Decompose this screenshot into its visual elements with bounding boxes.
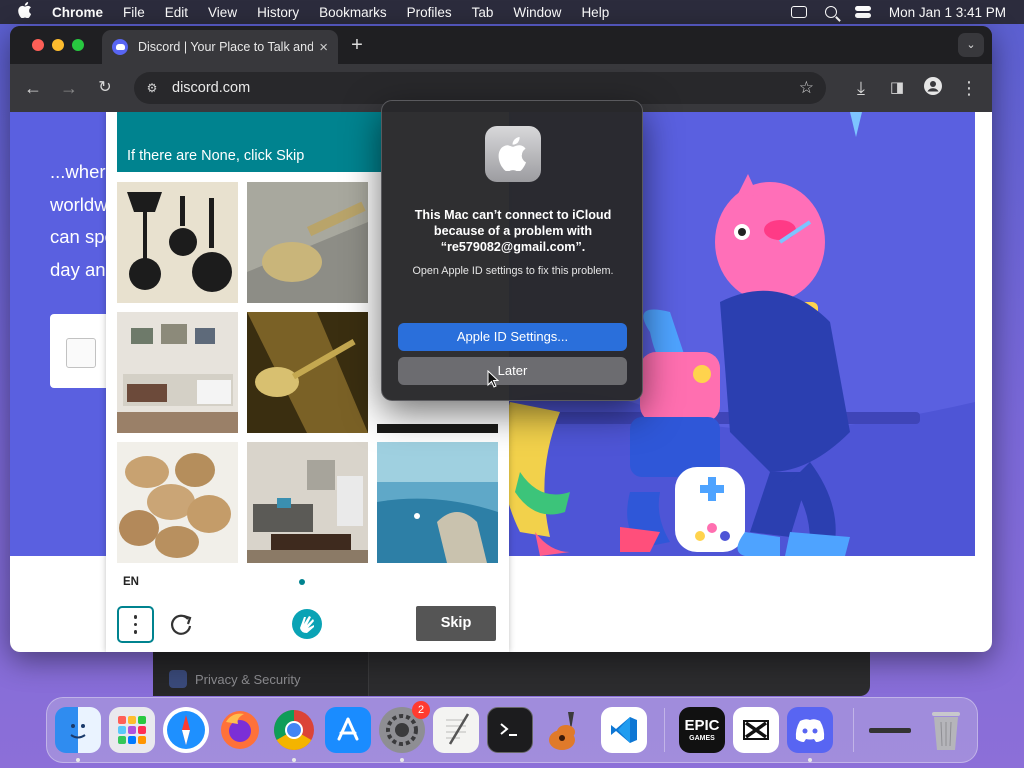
dock-system-settings-icon[interactable]: 2 bbox=[379, 701, 430, 753]
menu-history[interactable]: History bbox=[257, 5, 299, 20]
profile-avatar-icon[interactable] bbox=[922, 77, 944, 99]
menu-app-name[interactable]: Chrome bbox=[52, 5, 103, 20]
dock-capcut-icon[interactable] bbox=[733, 707, 779, 753]
tab-title: Discord | Your Place to Talk and Hang Ou… bbox=[138, 40, 314, 54]
dock-safari-icon[interactable] bbox=[163, 707, 209, 753]
dock-separator bbox=[853, 708, 854, 752]
download-icon[interactable]: ⤓ bbox=[850, 77, 872, 99]
dock-trash-icon[interactable] bbox=[923, 707, 969, 753]
screen-mirroring-icon[interactable] bbox=[790, 6, 807, 18]
language-selector[interactable]: EN bbox=[123, 576, 139, 588]
captcha-header: If there are None, click Skip bbox=[117, 112, 382, 172]
dock-running-indicator bbox=[76, 758, 80, 762]
tab-discord[interactable]: Discord | Your Place to Talk and Hang Ou… bbox=[102, 30, 338, 64]
menu-help[interactable]: Help bbox=[581, 5, 609, 20]
reload-icon[interactable]: ↻ bbox=[94, 77, 116, 99]
captcha-tile-dark[interactable] bbox=[377, 422, 498, 433]
discord-favicon-icon bbox=[112, 39, 128, 55]
captcha-tile-seaside[interactable] bbox=[377, 442, 498, 563]
dock-garageband-icon[interactable] bbox=[541, 707, 587, 753]
notification-badge: 2 bbox=[412, 701, 430, 719]
captcha-instruction: If there are None, click Skip bbox=[127, 148, 305, 164]
url-text: discord.com bbox=[172, 80, 251, 96]
menu-clock[interactable]: Mon Jan 1 3:41 PM bbox=[889, 5, 1006, 20]
menu-bookmarks[interactable]: Bookmarks bbox=[319, 5, 387, 20]
menu-profiles[interactable]: Profiles bbox=[407, 5, 452, 20]
dock-finder-icon[interactable] bbox=[55, 707, 101, 753]
dock-terminal-icon[interactable] bbox=[487, 707, 533, 753]
dock-epic-games-icon[interactable]: EPIC GAMES bbox=[679, 707, 725, 753]
spotlight-search-icon[interactable] bbox=[824, 6, 837, 18]
dock: 2 EPIC GAMES bbox=[46, 697, 978, 763]
dock-discord-icon[interactable] bbox=[787, 707, 833, 753]
tab-strip: Discord | Your Place to Talk and Hang Ou… bbox=[10, 26, 992, 64]
minimize-window-button[interactable] bbox=[52, 39, 64, 51]
skip-button[interactable]: Skip bbox=[416, 606, 496, 641]
captcha-tile-brass-spoon[interactable] bbox=[247, 312, 368, 433]
side-panel-icon[interactable]: ◨ bbox=[886, 77, 908, 99]
dock-chrome-icon[interactable] bbox=[271, 707, 317, 753]
control-center-icon[interactable] bbox=[854, 6, 871, 18]
captcha-tile-living-room-2[interactable] bbox=[247, 442, 368, 563]
captcha-tile-spoon[interactable] bbox=[247, 182, 368, 303]
mouse-pointer-icon bbox=[487, 370, 499, 388]
bookmark-star-icon[interactable]: ☆ bbox=[799, 78, 814, 98]
sidebar-item-label: Privacy & Security bbox=[195, 671, 301, 687]
menu-bar: Chrome File Edit View History Bookmarks … bbox=[0, 0, 1024, 24]
tab-search-chevron-icon[interactable]: ⌄ bbox=[958, 33, 984, 57]
hand-icon bbox=[169, 670, 187, 688]
apple-id-settings-button[interactable]: Apple ID Settings... bbox=[398, 323, 627, 351]
dock-launchpad-icon[interactable] bbox=[109, 707, 155, 753]
hcaptcha-logo-icon bbox=[291, 608, 323, 640]
back-arrow-icon[interactable]: ← bbox=[22, 77, 44, 99]
menu-view[interactable]: View bbox=[208, 5, 237, 20]
dock-firefox-icon[interactable] bbox=[217, 707, 263, 753]
sidebar-item-privacy-security[interactable]: Privacy & Security bbox=[169, 670, 300, 688]
dock-separator bbox=[664, 708, 665, 752]
close-window-button[interactable] bbox=[32, 39, 44, 51]
dialog-informative-text: Open Apple ID settings to fix this probl… bbox=[412, 265, 614, 277]
forward-arrow-icon[interactable]: → bbox=[58, 77, 80, 99]
captcha-tile-utensils[interactable] bbox=[117, 182, 238, 303]
dock-running-indicator bbox=[292, 758, 296, 762]
refresh-challenge-icon[interactable] bbox=[167, 610, 195, 638]
dialog-message: This Mac can’t connect to iCloud because… bbox=[414, 208, 612, 254]
new-tab-button[interactable]: + bbox=[346, 34, 368, 57]
captcha-checkbox[interactable] bbox=[66, 338, 96, 368]
later-button[interactable]: Later bbox=[398, 357, 627, 385]
maximize-window-button[interactable] bbox=[72, 39, 84, 51]
page-indicator-dot bbox=[299, 579, 305, 585]
dock-app-store-icon[interactable] bbox=[325, 707, 371, 753]
captcha-tile-living-room[interactable] bbox=[117, 312, 238, 433]
menu-file[interactable]: File bbox=[123, 5, 145, 20]
captcha-menu-button[interactable] bbox=[117, 606, 154, 643]
captcha-tile-potatoes[interactable] bbox=[117, 442, 238, 563]
menu-window[interactable]: Window bbox=[513, 5, 561, 20]
dock-downloads-stack-icon[interactable] bbox=[867, 707, 913, 753]
chrome-menu-icon[interactable]: ⋮ bbox=[958, 77, 980, 99]
dock-running-indicator bbox=[808, 758, 812, 762]
apple-logo-icon bbox=[485, 126, 541, 182]
menu-tab[interactable]: Tab bbox=[472, 5, 494, 20]
menu-edit[interactable]: Edit bbox=[165, 5, 188, 20]
icloud-alert-dialog: This Mac can’t connect to iCloud because… bbox=[381, 100, 643, 401]
close-tab-icon[interactable]: × bbox=[319, 39, 328, 56]
apple-menu-icon[interactable] bbox=[18, 2, 36, 22]
epic-label-top: EPIC bbox=[684, 717, 720, 734]
epic-label-bottom: GAMES bbox=[689, 735, 715, 742]
site-settings-icon[interactable]: ⚙ bbox=[144, 80, 160, 96]
dock-vscode-icon[interactable] bbox=[601, 707, 647, 753]
dock-textedit-icon[interactable] bbox=[433, 707, 479, 753]
dock-running-indicator bbox=[400, 758, 404, 762]
